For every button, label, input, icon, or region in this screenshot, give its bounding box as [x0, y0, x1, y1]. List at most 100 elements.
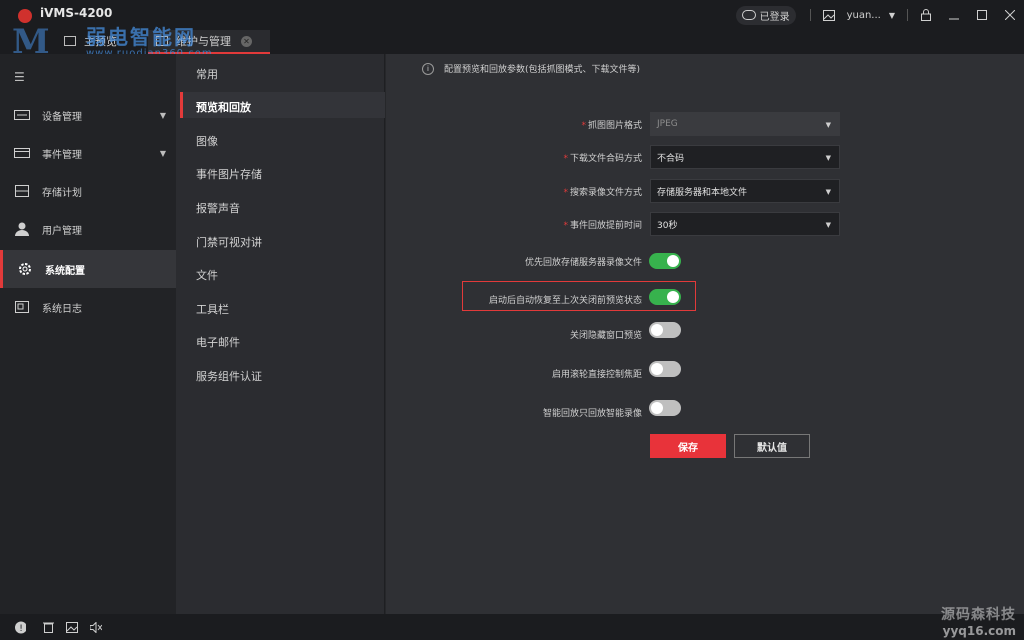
default-button[interactable]: 默认值 — [734, 434, 810, 458]
user-icon — [14, 222, 30, 236]
tab-maintenance[interactable]: 维护与管理 ✕ — [148, 30, 270, 54]
divider — [809, 9, 811, 21]
wheel-focus-toggle[interactable] — [649, 361, 681, 377]
toggle-row-wheel-focus: 启用滚轮直接控制焦距 — [386, 361, 1024, 387]
subnav-item-email[interactable]: 电子邮件 — [196, 334, 240, 350]
sidebar-item-device-management[interactable]: 设备管理 ▼ — [0, 96, 176, 134]
menu-icon[interactable]: ☰ — [14, 70, 25, 84]
sidebar-item-event-management[interactable]: 事件管理 ▼ — [0, 134, 176, 172]
chevron-down-icon[interactable]: ▼ — [826, 188, 831, 196]
info-banner: i 配置预览和回放参数(包括抓图模式、下载文件等) — [422, 62, 640, 75]
subnav-item-event-picture-storage[interactable]: 事件图片存储 — [196, 166, 262, 182]
close-window-icon[interactable] — [1004, 9, 1016, 21]
log-icon — [14, 301, 30, 313]
subnav-item-preview-playback[interactable]: 预览和回放 — [196, 99, 251, 115]
device-icon — [14, 109, 30, 121]
maximize-icon[interactable] — [976, 9, 988, 21]
sidebar-item-label: 存储计划 — [42, 187, 82, 199]
sidebar-item-label: 用户管理 — [42, 225, 82, 237]
subnav-item-toolbar[interactable]: 工具栏 — [196, 301, 229, 317]
status-bar: ! 源码森科技 yyq16.com — [0, 607, 1024, 640]
required-mark: * — [581, 121, 586, 131]
chevron-down-icon[interactable]: ▼ — [826, 221, 831, 229]
user-name[interactable]: yuan... — [847, 10, 881, 21]
toggle-row-close-hidden-preview: 关闭隐藏窗口预览 — [386, 322, 1024, 348]
title-bar: iVMS-4200 主预览 维护与管理 ✕ 已登录 yuan... ▼ M 弱电… — [0, 0, 1024, 62]
field-label: * 抓图图片格式 — [581, 118, 642, 131]
save-button[interactable]: 保存 — [650, 434, 726, 458]
close-hidden-preview-toggle[interactable] — [649, 322, 681, 338]
search-mode-select[interactable]: 存储服务器和本地文件 ▼ — [650, 179, 840, 203]
chevron-down-icon: ▼ — [159, 148, 166, 158]
lock-icon[interactable] — [920, 9, 932, 21]
app-title: iVMS-4200 — [40, 6, 113, 20]
field-label: * 事件回放提前时间 — [563, 218, 642, 231]
image-icon[interactable] — [822, 9, 835, 21]
toggle-knob — [667, 255, 679, 267]
toggle-label: 启动后自动恢复至上次关闭前预览状态 — [488, 296, 642, 306]
login-status-label: 已登录 — [759, 11, 790, 23]
toggle-row-prefer-server-playback: 优先回放存储服务器录像文件 — [386, 249, 1024, 275]
toggle-knob — [651, 402, 663, 414]
prefer-server-playback-toggle[interactable] — [649, 253, 681, 269]
field-label: * 下载文件合码方式 — [563, 151, 642, 164]
field-capture-format: * 抓图图片格式 JPEG ▼ — [386, 112, 1024, 138]
chevron-down-icon[interactable]: ▼ — [826, 154, 831, 162]
field-label-text: 下载文件合码方式 — [569, 154, 642, 164]
download-merge-select[interactable]: 不合码 ▼ — [650, 145, 840, 169]
bottom-watermark-url: yyq16.com — [942, 624, 1016, 638]
toggle-label: 智能回放只回放智能录像 — [542, 409, 642, 419]
sidebar-item-system-config[interactable]: 系统配置 — [0, 250, 176, 288]
tab-label: 维护与管理 — [176, 35, 231, 48]
storage-icon — [14, 185, 30, 197]
sidebar-item-user-management[interactable]: 用户管理 — [0, 210, 176, 248]
sidebar-item-storage-plan[interactable]: 存储计划 — [0, 172, 176, 210]
tab-label: 主预览 — [84, 35, 117, 48]
toggle-row-restore-preview: 启动后自动恢复至上次关闭前预览状态 — [386, 287, 1024, 313]
sidebar-item-label: 事件管理 — [42, 149, 82, 161]
minimize-icon[interactable] — [948, 9, 960, 21]
toggle-knob — [651, 363, 663, 375]
maintenance-tab-icon — [156, 36, 168, 46]
preview-tab-icon — [64, 36, 76, 46]
login-status[interactable]: 已登录 — [735, 5, 796, 25]
alert-icon[interactable]: ! — [14, 621, 26, 634]
bottom-watermark: 源码森科技 yyq16.com — [941, 604, 1016, 638]
subnav-item-file[interactable]: 文件 — [196, 267, 218, 283]
chevron-down-icon: ▼ — [825, 121, 831, 129]
subnav-item-service-auth[interactable]: 服务组件认证 — [196, 368, 262, 384]
settings-subnav: 常用 预览和回放 图像 事件图片存储 报警声音 门禁可视对讲 文件 工具栏 电子… — [176, 54, 387, 614]
trash-icon[interactable] — [42, 621, 54, 633]
toggle-knob — [667, 291, 679, 303]
toggle-row-smart-playback: 智能回放只回放智能录像 — [386, 400, 1024, 426]
sidebar: ☰ 设备管理 ▼ 事件管理 ▼ 存储计划 用户管理 系统配置 系统日志 — [0, 54, 176, 614]
subnav-item-access-intercom[interactable]: 门禁可视对讲 — [196, 234, 262, 250]
subnav-item-general[interactable]: 常用 — [196, 66, 218, 82]
close-icon[interactable]: ✕ — [241, 35, 252, 47]
tab-main-preview[interactable]: 主预览 — [56, 30, 117, 52]
event-icon — [14, 147, 30, 159]
event-playback-advance-select[interactable]: 30秒 ▼ — [650, 212, 840, 236]
divider — [907, 9, 908, 21]
mute-icon[interactable] — [90, 621, 102, 633]
subnav-item-image[interactable]: 图像 — [196, 133, 218, 149]
restore-preview-toggle[interactable] — [649, 289, 681, 305]
select-value: 存储服务器和本地文件 — [657, 187, 748, 198]
subnav-item-alarm-sound[interactable]: 报警声音 — [196, 200, 240, 216]
required-mark: * — [563, 221, 568, 231]
select-value: 不合码 — [657, 153, 685, 164]
field-search-mode: * 搜索录像文件方式 存储服务器和本地文件 ▼ — [386, 179, 1024, 205]
chevron-down-icon: ▼ — [159, 110, 166, 120]
gear-icon — [17, 263, 33, 275]
field-label-text: 抓图图片格式 — [587, 121, 642, 131]
info-text: 配置预览和回放参数(包括抓图模式、下载文件等) — [444, 65, 641, 75]
cloud-icon — [741, 10, 756, 20]
smart-playback-toggle[interactable] — [649, 400, 681, 416]
sidebar-item-system-log[interactable]: 系统日志 — [0, 288, 176, 326]
toggle-label: 优先回放存储服务器录像文件 — [524, 258, 642, 268]
info-icon: i — [422, 62, 434, 75]
field-event-playback-advance: * 事件回放提前时间 30秒 ▼ — [386, 212, 1024, 238]
chevron-down-icon[interactable]: ▼ — [889, 11, 895, 20]
screenshot-icon[interactable] — [66, 621, 78, 633]
select-value: JPEG — [657, 119, 678, 129]
